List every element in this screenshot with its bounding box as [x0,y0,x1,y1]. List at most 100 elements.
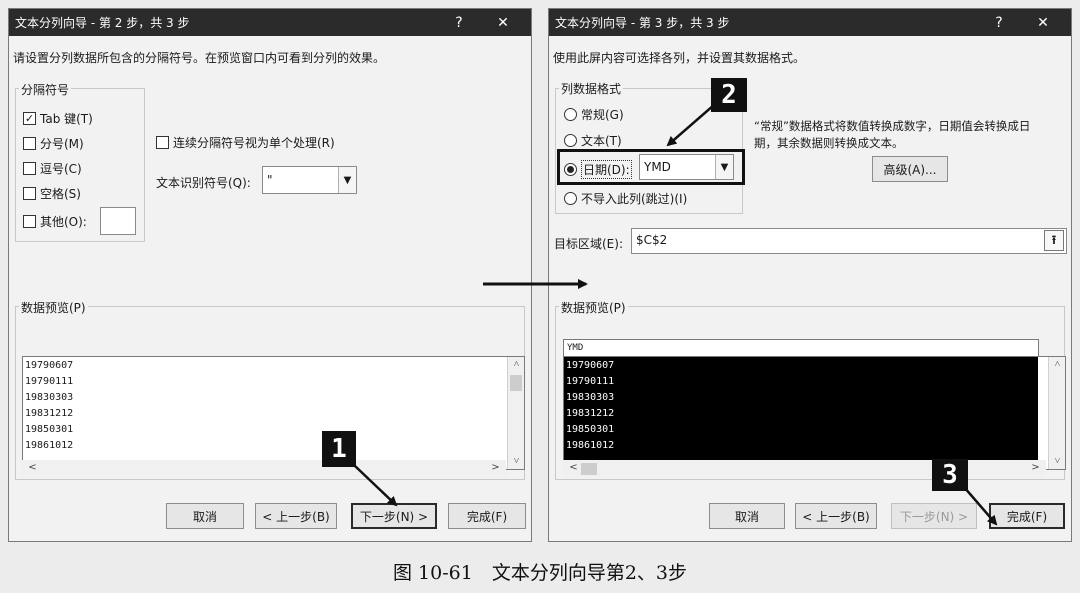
qualifier-label: 文本识别符号(Q): [156,176,251,190]
preview-row: 19831212 [566,408,615,419]
checkbox-box[interactable] [23,137,36,150]
preview-column-header[interactable]: YMD [563,339,1039,356]
radio-label: 日期(D): [581,160,632,179]
semicolon-checkbox[interactable]: 分号(M) [23,135,84,152]
chevron-down-icon[interactable]: ˅ [508,456,524,467]
help-button[interactable]: ? [979,9,1019,36]
preview-row: 19790111 [566,376,615,387]
step-badge-2: 2 [711,78,747,112]
step-badge-1: 1 [322,431,356,467]
radio-label: 常规(G) [581,108,624,122]
preview-row: 19790111 [25,376,74,387]
preview-row: 19850301 [25,424,74,435]
format-description-line1: “常规”数据格式将数值转换成数字，日期值会转换成日 [754,119,1031,133]
title-bar: 文本分列向导 - 第 2 步，共 3 步 ? ✕ [9,9,531,36]
next-button: 下一步(N) > [891,503,977,529]
instruction-text: 使用此屏内容可选择各列，并设置其数据格式。 [553,51,806,65]
preview-row: 19830303 [25,392,74,403]
radio-circle[interactable] [564,108,577,121]
horizontal-scrollbar[interactable]: < > [563,460,1046,477]
advanced-button[interactable]: 高级(A)... [872,156,948,182]
text-wizard-step3-dialog: 文本分列向导 - 第 3 步，共 3 步 ? ✕ 使用此屏内容可选择各列，并设置… [548,8,1072,542]
text-radio[interactable]: 文本(T) [564,132,622,149]
preview-row: 19830303 [566,392,615,403]
chevron-right-icon[interactable]: > [1027,462,1044,473]
checkbox-box[interactable] [23,215,36,228]
chevron-left-icon[interactable]: < [24,462,41,473]
consecutive-checkbox[interactable]: 连续分隔符号视为单个处理(R) [156,134,335,151]
back-button[interactable]: < 上一步(B) [795,503,877,529]
preview-row: 19831212 [25,408,74,419]
space-checkbox[interactable]: 空格(S) [23,185,81,202]
tab-checkbox[interactable]: ✓ Tab 键(T) [23,110,93,127]
figure-caption: 图 10-61 文本分列向导第2、3步 [393,562,687,584]
qualifier-value: " [267,173,273,187]
chevron-down-icon[interactable]: ˅ [1049,456,1065,467]
vertical-scrollbar[interactable]: ˄ ˅ [1048,357,1065,469]
cancel-button[interactable]: 取消 [709,503,785,529]
general-radio[interactable]: 常规(G) [564,106,624,123]
preview-row: 19861012 [566,440,615,451]
other-checkbox[interactable]: 其他(O): [23,213,87,230]
preview-row: 19850301 [566,424,615,435]
comma-checkbox[interactable]: 逗号(C) [23,160,82,177]
title-bar: 文本分列向导 - 第 3 步，共 3 步 ? ✕ [549,9,1071,36]
date-radio[interactable]: 日期(D): [564,160,632,179]
data-preview-pane[interactable]: 19790607 19790111 19830303 19831212 1985… [563,356,1066,470]
format-group-title: 列数据格式 [559,80,624,97]
checkbox-box[interactable] [23,187,36,200]
help-button[interactable]: ? [439,9,479,36]
skip-column-radio[interactable]: 不导入此列(跳过)(I) [564,190,687,207]
finish-button[interactable]: 完成(F) [989,503,1065,529]
qualifier-combo[interactable]: " ▼ [262,166,357,194]
next-button[interactable]: 下一步(N) > [351,503,437,529]
date-format-combo[interactable]: YMD ▼ [639,154,734,180]
radio-label: 文本(T) [581,134,622,148]
preview-row: 19790607 [566,360,615,371]
chevron-down-icon[interactable]: ▼ [338,167,356,193]
vertical-scrollbar[interactable]: ˄ ˅ [507,357,524,469]
finish-button[interactable]: 完成(F) [448,503,526,529]
radio-dot [567,166,574,173]
other-delimiter-input[interactable] [100,207,136,235]
checkbox-label: Tab 键(T) [40,112,93,126]
delimiters-group-title: 分隔符号 [19,81,72,98]
chevron-down-icon[interactable]: ▼ [715,155,733,179]
preview-row: 19790607 [25,360,74,371]
chevron-right-icon[interactable]: > [487,462,504,473]
back-button[interactable]: < 上一步(B) [255,503,337,529]
checkbox-label: 逗号(C) [40,162,82,176]
checkbox-box[interactable] [156,136,169,149]
text-wizard-step2-dialog: 文本分列向导 - 第 2 步，共 3 步 ? ✕ 请设置分列数据所包含的分隔符号… [8,8,532,542]
radio-circle[interactable] [564,192,577,205]
chevron-up-icon[interactable]: ˄ [508,359,524,370]
scroll-thumb[interactable] [581,463,597,475]
preview-label: 数据预览(P) [559,299,628,316]
close-button[interactable]: ✕ [483,9,523,36]
preview-label: 数据预览(P) [19,299,88,316]
checkbox-label: 其他(O): [40,215,87,229]
radio-circle[interactable] [564,134,577,147]
radio-label: 不导入此列(跳过)(I) [581,192,688,206]
close-button[interactable]: ✕ [1023,9,1063,36]
dialog-title: 文本分列向导 - 第 2 步，共 3 步 [15,16,190,30]
chevron-up-icon[interactable]: ˄ [1049,359,1065,370]
preview-row: 19861012 [25,440,74,451]
collapse-dialog-icon[interactable]: ⭱ [1044,230,1064,251]
data-preview-pane[interactable]: 19790607 19790111 19830303 19831212 1985… [22,356,525,470]
checkbox-box[interactable] [23,162,36,175]
cancel-button[interactable]: 取消 [166,503,244,529]
format-description-line2: 期，其余数据则转换成文本。 [754,136,904,150]
destination-input[interactable]: $C$2 [631,228,1067,254]
checkbox-label: 分号(M) [40,137,84,151]
chevron-left-icon[interactable]: < [565,462,582,473]
checkbox-label: 连续分隔符号视为单个处理(R) [173,136,335,150]
instruction-text: 请设置分列数据所包含的分隔符号。在预览窗口内可看到分列的效果。 [13,51,386,65]
checkbox-box[interactable]: ✓ [23,112,36,125]
checkbox-label: 空格(S) [40,187,81,201]
scroll-thumb[interactable] [510,375,522,391]
radio-circle[interactable] [564,163,577,176]
dialog-title: 文本分列向导 - 第 3 步，共 3 步 [555,16,730,30]
destination-label: 目标区域(E): [554,237,623,251]
horizontal-scrollbar[interactable]: < > [22,460,506,477]
